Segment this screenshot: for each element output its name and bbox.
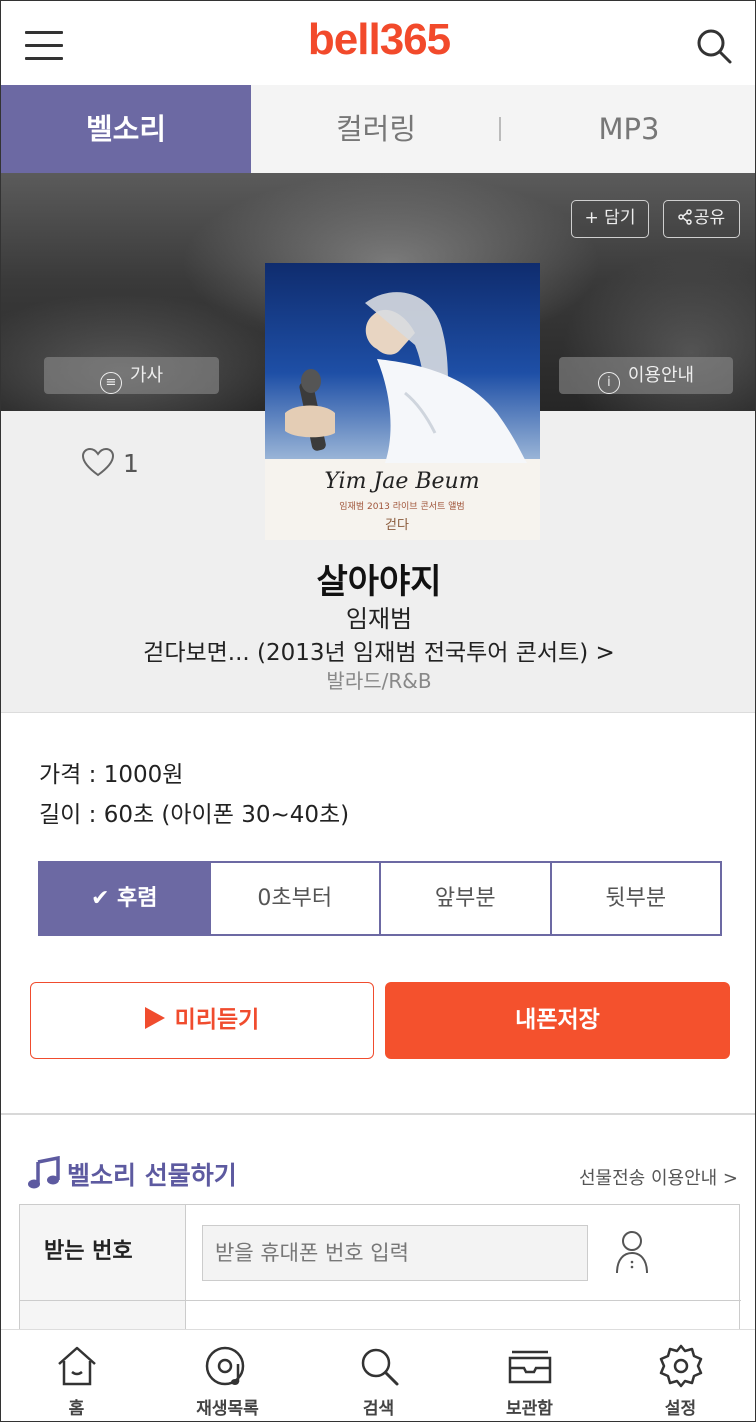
play-icon	[144, 1007, 165, 1029]
album-cover: Yim Jae Beum 임재범 2013 라이브 콘서트 앨범 걷다	[265, 263, 540, 540]
receiver-phone-input[interactable]	[202, 1225, 588, 1281]
nav-storage-label: 보관함	[506, 1399, 553, 1419]
album-mark: 걷다	[385, 518, 409, 533]
album-subtitle: 임재범 2013 라이브 콘서트 앨범	[339, 500, 464, 512]
length-text: 길이 : 60초 (아이폰 30~40초)	[39, 802, 350, 828]
like-count: 1	[123, 449, 139, 478]
preview-label: 미리듣기	[174, 1007, 260, 1033]
usage-info-label: 이용안내	[627, 365, 695, 386]
keep-button[interactable]: + 담기	[571, 200, 649, 238]
genre-label: 발라드/R&B	[326, 669, 432, 693]
receiver-label: 받는 번호	[20, 1205, 186, 1301]
search-icon	[361, 1348, 398, 1386]
top-header: bell365	[1, 1, 755, 85]
bottom-navigation: 홈 재생목록 검색 보관함 설정	[1, 1329, 755, 1421]
nav-home-label: 홈	[68, 1399, 85, 1419]
lyrics-icon: ≡	[99, 372, 122, 394]
share-button[interactable]: 공유	[663, 200, 740, 238]
song-title: 살아야지	[316, 562, 442, 602]
gift-guide-link[interactable]: 선물전송 이용안내 >	[579, 1164, 738, 1190]
nav-storage[interactable]: 보관함	[454, 1330, 605, 1421]
nav-search-label: 검색	[362, 1399, 395, 1419]
nav-playlist[interactable]: 재생목록	[152, 1330, 303, 1421]
nav-settings-label: 설정	[664, 1399, 697, 1419]
segment-back[interactable]: 뒷부분	[549, 863, 720, 934]
segment-from-start[interactable]: 0초부터	[208, 863, 379, 934]
gift-title-label: 벨소리 선물하기	[67, 1161, 237, 1190]
usage-info-button[interactable]: i 이용안내	[559, 357, 733, 394]
heart-icon[interactable]	[81, 447, 115, 477]
category-tabs: 벨소리 컬러링 MP3	[1, 85, 755, 173]
section-divider	[1, 1113, 755, 1115]
contact-icon[interactable]	[614, 1229, 650, 1275]
nav-home[interactable]: 홈	[1, 1330, 152, 1421]
share-label: 공유	[693, 208, 726, 228]
gift-section-title: 벨소리 선물하기	[27, 1156, 237, 1192]
tab-coloring[interactable]: 컬러링	[251, 85, 501, 173]
info-icon: i	[597, 372, 620, 394]
segment-chorus[interactable]: ✔ 후렴	[40, 863, 209, 934]
brand-logo[interactable]: bell365	[1, 15, 755, 65]
tab-ringtone[interactable]: 벨소리	[1, 85, 251, 173]
nav-playlist-label: 재생목록	[196, 1399, 259, 1419]
artist-name[interactable]: 임재범	[1, 599, 755, 634]
lyrics-label: 가사	[129, 365, 164, 386]
album-link[interactable]: 걷다보면... (2013년 임재범 전국투어 콘서트) >	[1, 633, 755, 667]
storage-icon	[508, 1350, 551, 1384]
app-frame: bell365 벨소리 컬러링 MP3 + 담기 공유 ≡ 가사 i 이용안내 …	[0, 0, 756, 1422]
nav-settings[interactable]: 설정	[605, 1330, 755, 1421]
share-icon	[678, 209, 692, 225]
search-icon[interactable]	[695, 27, 733, 65]
settings-icon	[659, 1344, 702, 1388]
tab-mp3[interactable]: MP3	[501, 85, 755, 173]
playlist-icon	[205, 1346, 244, 1386]
music-note-icon	[28, 1156, 60, 1189]
album-cover-art: Yim Jae Beum 임재범 2013 라이브 콘서트 앨범 걷다	[265, 263, 540, 540]
album-script-title: Yim Jae Beum	[324, 469, 479, 494]
home-icon	[57, 1346, 96, 1386]
price-text: 가격 : 1000원	[39, 762, 184, 788]
lyrics-button[interactable]: ≡ 가사	[44, 357, 219, 394]
segment-front[interactable]: 앞부분	[379, 863, 550, 934]
gift-form: 받는 번호	[19, 1204, 741, 1335]
preview-button[interactable]: 미리듣기	[30, 982, 374, 1059]
segment-selector: ✔ 후렴 0초부터 앞부분 뒷부분	[38, 861, 722, 936]
nav-search[interactable]: 검색	[303, 1330, 454, 1421]
save-to-phone-button[interactable]: 내폰저장	[385, 982, 730, 1059]
